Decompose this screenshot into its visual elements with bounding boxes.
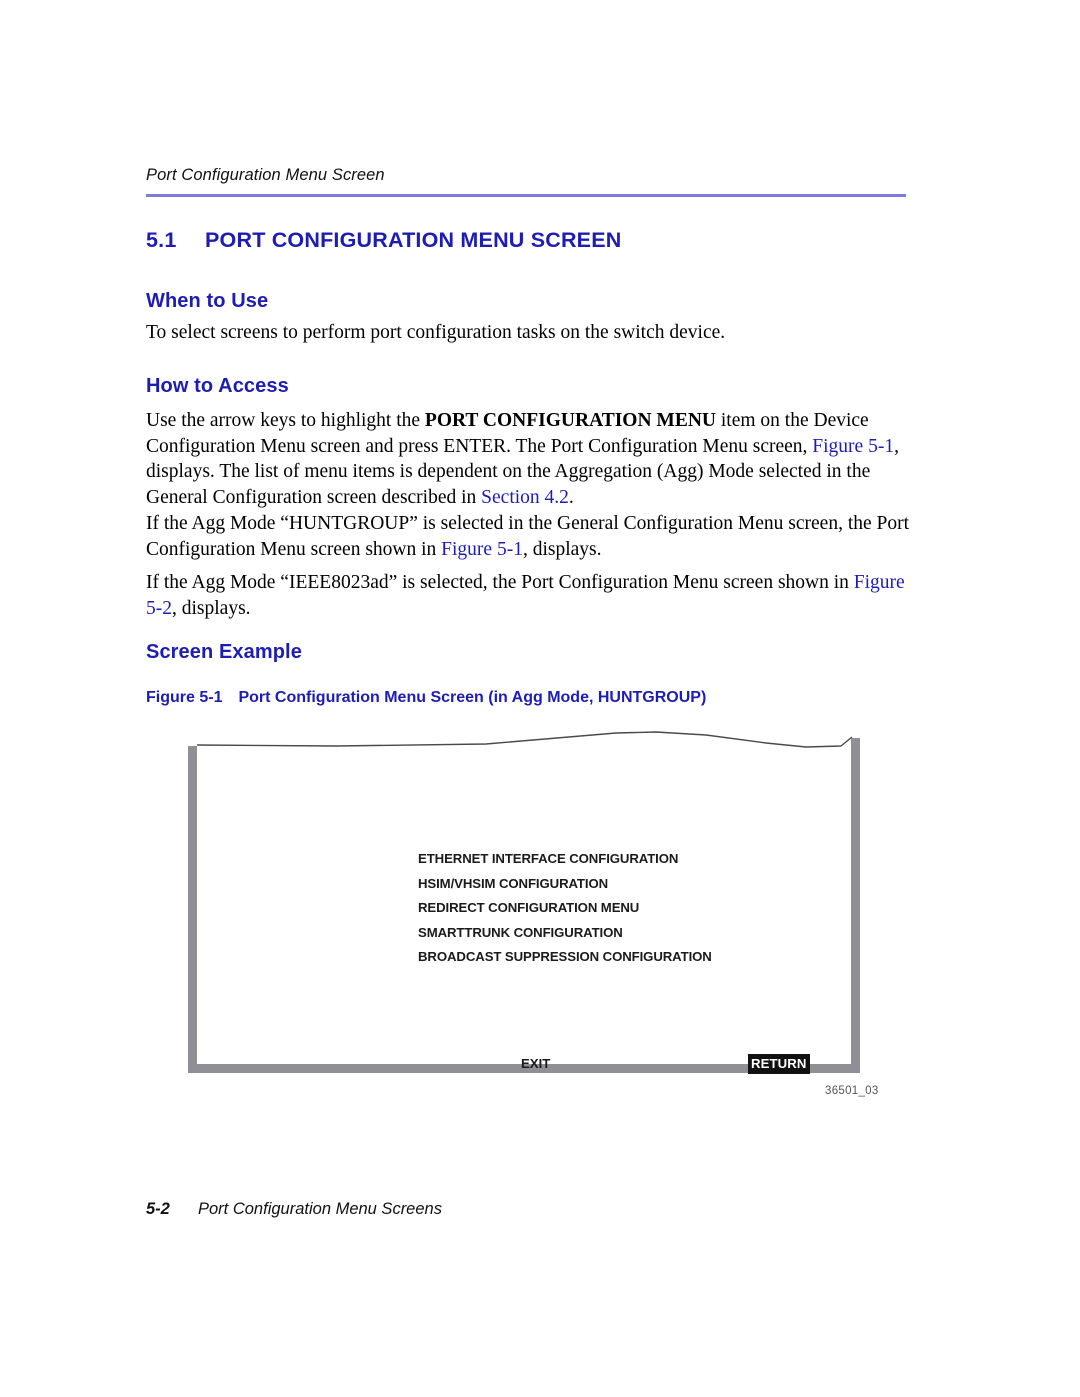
terminal-screen-figure: ETHERNET INTERFACE CONFIGURATION HSIM/VH…	[186, 730, 862, 1082]
subheading-how-to-access: How to Access	[146, 375, 289, 397]
subheading-when-to-use: When to Use	[146, 290, 269, 312]
running-header: Port Configuration Menu Screen	[146, 166, 385, 184]
menu-item-redirect-configuration-menu[interactable]: REDIRECT CONFIGURATION MENU	[418, 896, 712, 921]
page-footer: 5-2 Port Configuration Menu Screens	[146, 1200, 442, 1219]
footer-page-number: 5-2	[146, 1200, 170, 1218]
menu-item-broadcast-suppression-configuration[interactable]: BROADCAST SUPPRESSION CONFIGURATION	[418, 945, 712, 970]
menu-item-hsim-vhsim-configuration[interactable]: HSIM/VHSIM CONFIGURATION	[418, 872, 712, 897]
text-run: If the Agg Mode “IEEE8023ad” is selected…	[146, 572, 854, 593]
exit-button[interactable]: EXIT	[521, 1056, 550, 1071]
page-title: 5.1 PORT CONFIGURATION MENU SCREEN	[146, 228, 622, 253]
figure-caption: Figure 5-1 Port Configuration Menu Screen…	[146, 689, 706, 707]
menu-item-ethernet-interface-configuration[interactable]: ETHERNET INTERFACE CONFIGURATION	[418, 847, 712, 872]
text-run: , displays.	[172, 597, 251, 619]
paragraph-when-to-use: To select screens to perform port config…	[146, 322, 726, 343]
paragraph-ieee8023ad: If the Agg Mode “IEEE8023ad” is selected…	[146, 570, 916, 621]
text-run: Use the arrow keys to highlight the	[146, 410, 425, 431]
screen-content: ETHERNET INTERFACE CONFIGURATION HSIM/VH…	[196, 744, 852, 1074]
paragraph-how-to-access: Use the arrow keys to highlight the PORT…	[146, 408, 916, 510]
figure-image-id: 36501_03	[825, 1085, 879, 1097]
section-number: 5.1	[146, 228, 177, 252]
text-run: .	[568, 486, 574, 508]
menu-item-smarttrunk-configuration[interactable]: SMARTTRUNK CONFIGURATION	[418, 921, 712, 946]
emphasis-menu-name: PORT CONFIGURATION MENU	[424, 410, 717, 431]
section-title: PORT CONFIGURATION MENU SCREEN	[205, 228, 622, 252]
subheading-screen-example: Screen Example	[146, 641, 302, 663]
menu-list: ETHERNET INTERFACE CONFIGURATION HSIM/VH…	[418, 847, 712, 970]
figure-number: Figure 5-1	[146, 689, 223, 706]
header-rule	[146, 194, 906, 197]
cross-reference-link[interactable]: Section 4.2	[481, 487, 569, 508]
figure-caption-text: Port Configuration Menu Screen (in Agg M…	[238, 689, 707, 706]
text-run: , displays.	[522, 538, 602, 560]
document-page: Port Configuration Menu Screen 5.1 PORT C…	[0, 0, 1080, 1397]
paragraph-huntgroup: If the Agg Mode “HUNTGROUP” is selected …	[146, 511, 916, 562]
footer-title: Port Configuration Menu Screens	[198, 1200, 442, 1218]
return-button[interactable]: RETURN	[748, 1054, 810, 1074]
cross-reference-link[interactable]: Figure 5-1	[812, 436, 894, 457]
cross-reference-link[interactable]: Figure 5-1	[441, 539, 523, 560]
